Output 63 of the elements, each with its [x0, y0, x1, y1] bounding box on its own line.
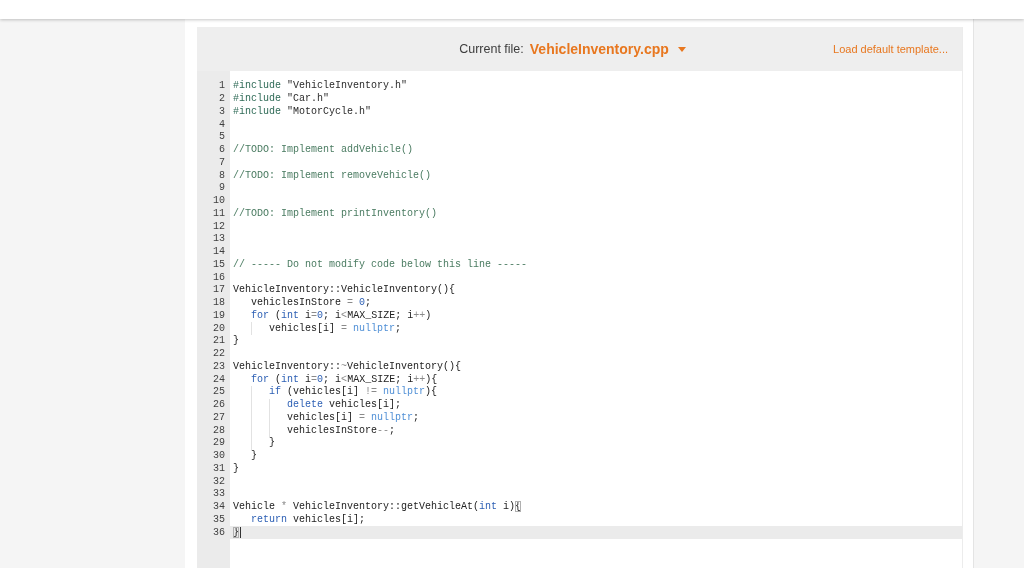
line-number: 33 [213, 488, 225, 501]
code-line: vehicles[i] = nullptr; [269, 322, 402, 335]
line-number: 22 [213, 348, 225, 361]
text-cursor [240, 527, 241, 539]
code-line: VehicleInventory::~VehicleInventory(){ [233, 360, 462, 373]
line-number: 23 [213, 360, 225, 373]
line-number: 21 [213, 335, 225, 348]
line-number: 5 [219, 131, 225, 144]
line-number: 19 [213, 309, 225, 322]
line-number: 34 [213, 501, 225, 514]
code-line: #include "Car.h" [233, 93, 330, 106]
code-line: for (int i=0; i<MAX_SIZE; i++){ [251, 373, 438, 386]
line-number: 14 [213, 246, 225, 259]
line-number: 31 [213, 462, 225, 475]
code-line: vehiclesInStore--; [287, 424, 396, 437]
line-number: 20 [213, 322, 225, 335]
current-file-label: Current file: [459, 42, 524, 56]
line-number: 36 [213, 526, 225, 539]
code-line: } [233, 462, 239, 475]
line-number: 28 [213, 424, 225, 437]
code-line: //TODO: Implement addVehicle() [233, 144, 414, 157]
line-number: 10 [213, 195, 225, 208]
code-line: vehicles[i] = nullptr; [287, 411, 420, 424]
line-number: 17 [213, 284, 225, 297]
line-number: 6 [219, 144, 225, 157]
code-line: delete vehicles[i]; [287, 399, 402, 412]
line-number: 11 [213, 207, 225, 220]
code-line: VehicleInventory::VehicleInventory(){ [233, 284, 456, 297]
code-line: vehiclesInStore = 0; [251, 297, 372, 310]
line-number: 7 [219, 156, 225, 169]
code-line: //TODO: Implement printInventory() [233, 207, 438, 220]
code-line: } [269, 437, 275, 450]
line-number: 8 [219, 169, 225, 182]
code-line: if (vehicles[i] != nullptr){ [269, 386, 438, 399]
line-number: 1 [219, 80, 225, 93]
line-number: 12 [213, 220, 225, 233]
line-number: 24 [213, 373, 225, 386]
line-number: 29 [213, 437, 225, 450]
line-number: 3 [219, 105, 225, 118]
line-number: 4 [219, 118, 225, 131]
code-line: for (int i=0; i<MAX_SIZE; i++) [251, 309, 432, 322]
line-number: 26 [213, 399, 225, 412]
load-template-link[interactable]: Load default template... [833, 43, 948, 55]
line-number: 30 [213, 450, 225, 463]
code-line: return vehicles[i]; [251, 513, 366, 526]
code-line: #include "MotorCycle.h" [233, 105, 372, 118]
line-number: 15 [213, 258, 225, 271]
line-number: 25 [213, 386, 225, 399]
line-number: 2 [219, 93, 225, 106]
code-line: //TODO: Implement removeVehicle() [233, 169, 432, 182]
line-number: 32 [213, 475, 225, 488]
line-number: 13 [213, 233, 225, 246]
line-number: 35 [213, 513, 225, 526]
code-line: #include "VehicleInventory.h" [233, 80, 408, 93]
line-number: 9 [219, 182, 225, 195]
code-line: // ----- Do not modify code below this line ----- [233, 258, 528, 271]
line-number: 27 [213, 411, 225, 424]
line-number: 18 [213, 297, 225, 310]
file-dropdown[interactable]: VehicleInventory.cpp [529, 41, 686, 57]
line-number: 16 [213, 271, 225, 284]
code-line: } [251, 450, 257, 463]
caret-icon [677, 46, 686, 52]
code-line: } [233, 335, 239, 348]
